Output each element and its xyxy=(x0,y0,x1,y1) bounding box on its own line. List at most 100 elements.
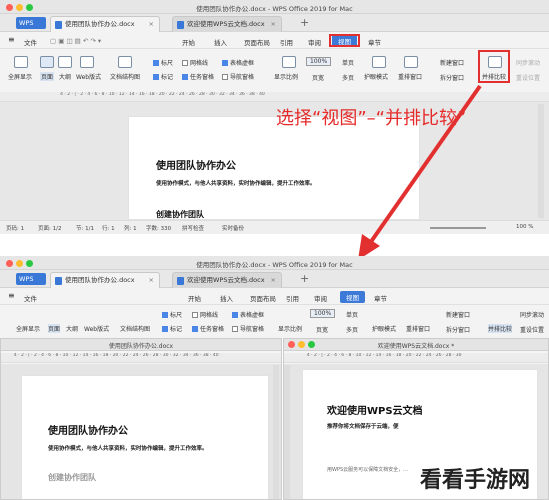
task-pane-checkbox[interactable]: 任务窗格 xyxy=(182,72,214,81)
rearrange-icon[interactable] xyxy=(404,56,418,68)
nav-pane-checkbox[interactable]: 导航窗格 xyxy=(232,324,264,333)
menu-start[interactable]: 开始 xyxy=(182,37,195,47)
zoom-ratio-icon[interactable] xyxy=(282,56,296,68)
eye-mode-label[interactable]: 护眼模式 xyxy=(364,72,388,81)
single-page-button[interactable]: 单页 xyxy=(342,58,354,67)
gridlines-checkbox[interactable]: 网格线 xyxy=(192,310,218,319)
menu-file[interactable]: 文件 xyxy=(24,37,37,47)
multi-page-button[interactable]: 多页 xyxy=(342,73,354,82)
doc-structure-label[interactable]: 文档结构图 xyxy=(120,324,150,333)
left-doc-window: 使用团队协作办公.docx 4 · 2 · | · 2 · 4 · 6 · 8 … xyxy=(0,338,282,500)
checkbox-icon xyxy=(153,60,159,66)
tab-doc1[interactable]: 使用团队协作办公.docx × xyxy=(50,16,160,32)
tab-doc1-label: 使用团队协作办公.docx xyxy=(65,276,135,284)
vertical-scrollbar[interactable] xyxy=(538,104,544,218)
outline-icon[interactable] xyxy=(58,56,72,68)
new-window-button[interactable]: 新建窗口 xyxy=(440,58,464,67)
web-label[interactable]: Web版式 xyxy=(84,324,109,333)
menu-layout[interactable]: 页面布局 xyxy=(250,293,276,303)
menu-file[interactable]: 文件 xyxy=(24,293,37,303)
eye-mode-icon[interactable] xyxy=(372,56,386,68)
ruler-checkbox[interactable]: 标尺 xyxy=(153,58,173,67)
close-icon[interactable]: × xyxy=(271,17,276,31)
table-borders-checkbox[interactable]: 表格虚框 xyxy=(222,58,254,67)
vertical-scrollbar[interactable] xyxy=(273,365,279,499)
tab-doc2[interactable]: 欢迎使用WPS云文档.docx × xyxy=(172,272,282,288)
close-icon[interactable]: × xyxy=(271,273,276,287)
sync-scroll-button[interactable]: 同步滚动 xyxy=(520,310,544,319)
menu-insert[interactable]: 插入 xyxy=(220,293,233,303)
fullscreen-label[interactable]: 全屏显示 xyxy=(8,72,32,81)
task-pane-checkbox[interactable]: 任务窗格 xyxy=(192,324,224,333)
page-label[interactable]: 页面 xyxy=(40,72,55,81)
tab-doc1[interactable]: 使用团队协作办公.docx × xyxy=(50,272,160,288)
split-window-button[interactable]: 拆分窗口 xyxy=(446,325,470,334)
sync-scroll-button[interactable]: 同步滚动 xyxy=(516,58,540,67)
zoom-ratio-label[interactable]: 显示比例 xyxy=(278,324,302,333)
menu-reference[interactable]: 引用 xyxy=(280,37,293,47)
single-page-button[interactable]: 单页 xyxy=(346,310,358,319)
zoom-value-box[interactable]: 100% xyxy=(310,309,336,318)
eye-mode-label[interactable]: 护眼模式 xyxy=(372,324,396,333)
zoom-ratio-label[interactable]: 显示比例 xyxy=(274,72,298,81)
zoom-value-box[interactable]: 100% xyxy=(306,57,332,66)
menu-start[interactable]: 开始 xyxy=(188,293,201,303)
document-page: 使用团队协作办公 使用协作模式，与他人共享资料，实时协作编辑，提升工作效率。 创… xyxy=(21,375,269,499)
status-spellcheck[interactable]: 拼写检查 xyxy=(182,224,204,232)
new-tab-icon[interactable]: + xyxy=(300,16,309,29)
multi-page-button[interactable]: 多页 xyxy=(346,325,358,334)
wps-home-tab[interactable]: WPS xyxy=(16,17,46,29)
web-label[interactable]: Web版式 xyxy=(76,72,101,81)
arrow-annotation xyxy=(358,84,482,260)
menu-review[interactable]: 审阅 xyxy=(314,293,327,303)
nav-pane-checkbox[interactable]: 导航窗格 xyxy=(222,72,254,81)
reset-position-button[interactable]: 重设位置 xyxy=(520,325,544,334)
doc-structure-icon[interactable] xyxy=(118,56,132,68)
doc-section: 创建协作团队 xyxy=(156,210,204,219)
fullscreen-label[interactable]: 全屏显示 xyxy=(16,324,40,333)
doc-icon xyxy=(177,21,184,29)
marks-checkbox[interactable]: 标记 xyxy=(162,324,182,333)
page-width-button[interactable]: 页宽 xyxy=(316,325,328,334)
page-label[interactable]: 页面 xyxy=(48,324,61,333)
checkbox-icon xyxy=(162,312,168,318)
menu-layout[interactable]: 页面布局 xyxy=(244,37,270,47)
gridlines-checkbox[interactable]: 网格线 xyxy=(182,58,208,67)
new-window-button[interactable]: 新建窗口 xyxy=(446,310,470,319)
vertical-scrollbar[interactable] xyxy=(284,365,290,499)
reset-position-button[interactable]: 重设位置 xyxy=(516,73,540,82)
marks-checkbox[interactable]: 标记 xyxy=(153,72,173,81)
doc-icon xyxy=(55,21,62,29)
table-borders-checkbox[interactable]: 表格虚框 xyxy=(232,310,264,319)
status-col: 列: 1 xyxy=(124,226,137,232)
close-icon[interactable]: × xyxy=(149,273,154,287)
rearrange-label[interactable]: 重排窗口 xyxy=(406,324,430,333)
new-tab-icon[interactable]: + xyxy=(300,272,309,285)
quick-tools-icon[interactable]: ▢ ▣ ◫ ▤ ↶ ↷ ▾ xyxy=(50,37,101,45)
doc-structure-label[interactable]: 文档结构图 xyxy=(110,72,140,81)
wps-home-tab[interactable]: WPS xyxy=(16,273,46,285)
ruler-checkbox[interactable]: 标尺 xyxy=(162,310,182,319)
menu-view[interactable]: 视图 xyxy=(340,291,365,303)
page-width-button[interactable]: 页宽 xyxy=(312,73,324,82)
close-icon[interactable]: × xyxy=(149,17,154,31)
tab-doc2[interactable]: 欢迎使用WPS云文档.docx × xyxy=(172,16,282,32)
fullscreen-icon[interactable] xyxy=(14,56,28,68)
menu-icon[interactable]: ≡ xyxy=(8,35,15,44)
menu-icon[interactable]: ≡ xyxy=(8,291,15,300)
web-view-icon[interactable] xyxy=(80,56,94,68)
menu-insert[interactable]: 插入 xyxy=(214,37,227,47)
status-backup[interactable]: 实时备份 xyxy=(222,224,244,232)
title-bar: 使用团队协作办公.docx - WPS Office 2019 for Mac xyxy=(0,256,549,270)
outline-label[interactable]: 大纲 xyxy=(59,72,71,81)
rearrange-label[interactable]: 重排窗口 xyxy=(398,72,422,81)
highlight-side-by-side-box xyxy=(478,50,510,83)
menu-chapter[interactable]: 章节 xyxy=(368,37,381,47)
menu-reference[interactable]: 引用 xyxy=(286,293,299,303)
menu-chapter[interactable]: 章节 xyxy=(374,293,387,303)
split-window-button[interactable]: 拆分窗口 xyxy=(440,73,464,82)
outline-label[interactable]: 大纲 xyxy=(66,324,78,333)
page-view-icon[interactable] xyxy=(40,56,54,68)
menu-review[interactable]: 审阅 xyxy=(308,37,321,47)
side-by-side-label[interactable]: 并排比较 xyxy=(488,324,513,333)
